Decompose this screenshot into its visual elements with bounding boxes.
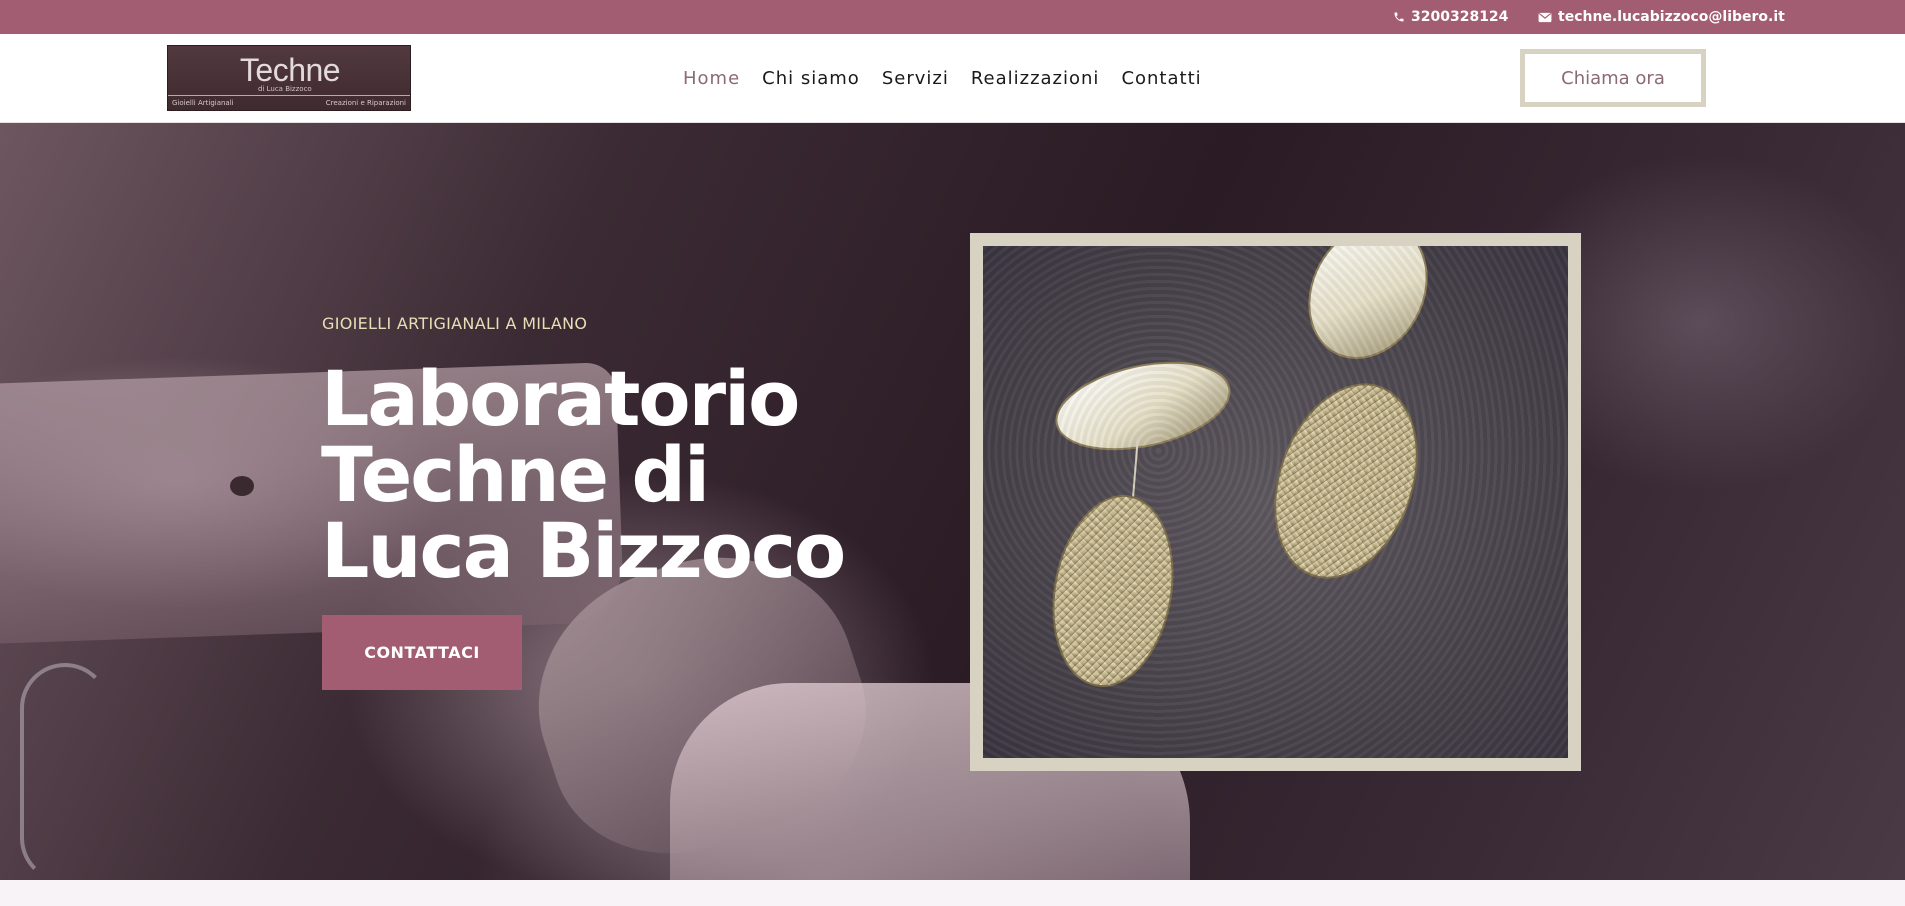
site-logo[interactable]: Techne di Luca Bizzoco Gioielli Artigian… (167, 45, 411, 111)
hero-bg-hole (230, 476, 254, 496)
phone-number[interactable]: 3200328124 (1411, 9, 1508, 25)
earring-right (1274, 246, 1428, 579)
jewelry-photo-frame (970, 233, 1581, 771)
call-now-button[interactable]: Chiama ora (1520, 49, 1706, 107)
earring-left (1052, 361, 1231, 688)
logo-right-caption: Creazioni e Riparazioni (325, 99, 406, 107)
nav-item-home[interactable]: Home (683, 68, 740, 89)
main-nav: Home Chi siamo Servizi Realizzazioni Con… (683, 34, 1202, 123)
envelope-icon (1538, 12, 1552, 22)
hero-eyebrow: GIOIELLI ARTIGIANALI A MILANO (322, 314, 588, 333)
hero-title: Laboratorio Techne di Luca Bizzoco (321, 354, 846, 595)
phone-contact[interactable]: 3200328124 (1393, 0, 1508, 34)
site-header: Techne di Luca Bizzoco Gioielli Artigian… (0, 34, 1905, 123)
next-section-strip (0, 880, 1905, 906)
hero-section: GIOIELLI ARTIGIANALI A MILANO Laboratori… (0, 123, 1905, 880)
earrings-image (1052, 246, 1428, 688)
logo-subtitle: di Luca Bizzoco (258, 85, 312, 93)
jewelry-photo (983, 246, 1568, 758)
nav-item-contatti[interactable]: Contatti (1121, 68, 1201, 89)
phone-icon (1394, 12, 1404, 22)
logo-rule (168, 95, 410, 96)
top-bar: 3200328124 techne.lucabizzoco@libero.it (0, 0, 1905, 34)
email-address[interactable]: techne.lucabizzoco@libero.it (1558, 9, 1785, 25)
logo-left-caption: Gioielli Artigianali (172, 99, 234, 107)
hero-bg-wire (20, 663, 110, 880)
logo-wordmark: Techne (239, 52, 341, 88)
contact-button[interactable]: CONTATTACI (322, 615, 522, 690)
nav-item-servizi[interactable]: Servizi (882, 68, 949, 89)
nav-item-realizzazioni[interactable]: Realizzazioni (971, 68, 1100, 89)
nav-item-chi-siamo[interactable]: Chi siamo (762, 68, 860, 89)
email-contact[interactable]: techne.lucabizzoco@libero.it (1538, 0, 1785, 34)
